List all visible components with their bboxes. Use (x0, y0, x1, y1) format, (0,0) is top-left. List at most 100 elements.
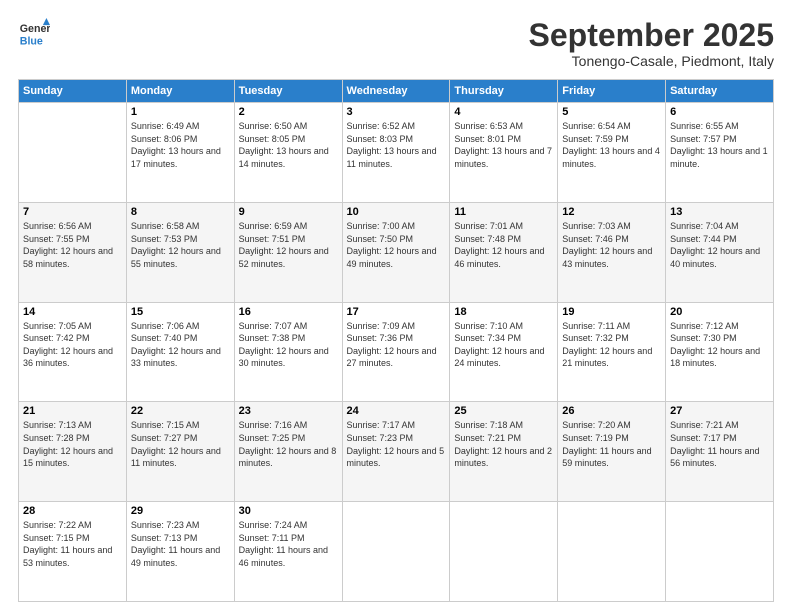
calendar-cell: 21 Sunrise: 7:13 AMSunset: 7:28 PMDayligh… (19, 402, 127, 502)
day-info: Sunrise: 6:54 AMSunset: 7:59 PMDaylight:… (562, 120, 661, 170)
calendar-cell: 30 Sunrise: 7:24 AMSunset: 7:11 PMDayligh… (234, 502, 342, 602)
calendar-week-5: 28 Sunrise: 7:22 AMSunset: 7:15 PMDayligh… (19, 502, 774, 602)
calendar-cell: 18 Sunrise: 7:10 AMSunset: 7:34 PMDayligh… (450, 302, 558, 402)
month-title: September 2025 (529, 18, 774, 53)
day-number: 8 (131, 206, 230, 218)
day-number: 22 (131, 405, 230, 417)
calendar-cell (558, 502, 666, 602)
calendar-cell: 28 Sunrise: 7:22 AMSunset: 7:15 PMDayligh… (19, 502, 127, 602)
calendar-cell: 26Sunrise: 7:20 AMSunset: 7:19 PMDayligh… (558, 402, 666, 502)
day-info: Sunrise: 6:59 AMSunset: 7:51 PMDaylight:… (239, 220, 338, 270)
calendar-cell: 23 Sunrise: 7:16 AMSunset: 7:25 PMDayligh… (234, 402, 342, 502)
column-header-tuesday: Tuesday (234, 80, 342, 103)
day-number: 11 (454, 206, 553, 218)
day-info: Sunrise: 7:21 AMSunset: 7:17 PMDaylight:… (670, 419, 769, 469)
calendar-cell: 25 Sunrise: 7:18 AMSunset: 7:21 PMDayligh… (450, 402, 558, 502)
day-number: 16 (239, 306, 338, 318)
day-number: 2 (239, 106, 338, 118)
logo: General Blue (18, 18, 50, 50)
day-number: 27 (670, 405, 769, 417)
day-number: 18 (454, 306, 553, 318)
day-number: 21 (23, 405, 122, 417)
day-number: 14 (23, 306, 122, 318)
day-info: Sunrise: 7:20 AMSunset: 7:19 PMDaylight:… (562, 419, 661, 469)
column-header-sunday: Sunday (19, 80, 127, 103)
calendar-cell (666, 502, 774, 602)
day-info: Sunrise: 7:17 AMSunset: 7:23 PMDaylight:… (347, 419, 446, 469)
day-info: Sunrise: 6:53 AMSunset: 8:01 PMDaylight:… (454, 120, 553, 170)
day-info: Sunrise: 6:49 AMSunset: 8:06 PMDaylight:… (131, 120, 230, 170)
day-info: Sunrise: 7:10 AMSunset: 7:34 PMDaylight:… (454, 320, 553, 370)
day-info: Sunrise: 7:22 AMSunset: 7:15 PMDaylight:… (23, 519, 122, 569)
day-info: Sunrise: 7:07 AMSunset: 7:38 PMDaylight:… (239, 320, 338, 370)
day-number: 24 (347, 405, 446, 417)
day-number: 25 (454, 405, 553, 417)
calendar-cell: 13 Sunrise: 7:04 AMSunset: 7:44 PMDayligh… (666, 202, 774, 302)
day-number: 7 (23, 206, 122, 218)
calendar-cell (19, 103, 127, 203)
calendar-cell: 4 Sunrise: 6:53 AMSunset: 8:01 PMDaylight… (450, 103, 558, 203)
day-info: Sunrise: 7:12 AMSunset: 7:30 PMDaylight:… (670, 320, 769, 370)
day-info: Sunrise: 7:24 AMSunset: 7:11 PMDaylight:… (239, 519, 338, 569)
calendar-cell: 3Sunrise: 6:52 AMSunset: 8:03 PMDaylight… (342, 103, 450, 203)
calendar-header: SundayMondayTuesdayWednesdayThursdayFrid… (19, 80, 774, 103)
day-number: 6 (670, 106, 769, 118)
day-number: 17 (347, 306, 446, 318)
day-number: 19 (562, 306, 661, 318)
day-info: Sunrise: 7:13 AMSunset: 7:28 PMDaylight:… (23, 419, 122, 469)
calendar-week-2: 7 Sunrise: 6:56 AMSunset: 7:55 PMDaylight… (19, 202, 774, 302)
calendar-cell: 7 Sunrise: 6:56 AMSunset: 7:55 PMDaylight… (19, 202, 127, 302)
calendar-cell: 10Sunrise: 7:00 AMSunset: 7:50 PMDayligh… (342, 202, 450, 302)
location: Tonengo-Casale, Piedmont, Italy (529, 53, 774, 69)
calendar-cell: 5 Sunrise: 6:54 AMSunset: 7:59 PMDaylight… (558, 103, 666, 203)
day-info: Sunrise: 7:01 AMSunset: 7:48 PMDaylight:… (454, 220, 553, 270)
day-number: 23 (239, 405, 338, 417)
day-info: Sunrise: 7:16 AMSunset: 7:25 PMDaylight:… (239, 419, 338, 469)
column-header-monday: Monday (126, 80, 234, 103)
day-number: 15 (131, 306, 230, 318)
calendar-cell: 29 Sunrise: 7:23 AMSunset: 7:13 PMDayligh… (126, 502, 234, 602)
calendar-cell: 9 Sunrise: 6:59 AMSunset: 7:51 PMDaylight… (234, 202, 342, 302)
day-number: 13 (670, 206, 769, 218)
calendar-cell (342, 502, 450, 602)
day-number: 5 (562, 106, 661, 118)
day-info: Sunrise: 7:11 AMSunset: 7:32 PMDaylight:… (562, 320, 661, 370)
day-number: 3 (347, 106, 446, 118)
day-info: Sunrise: 6:56 AMSunset: 7:55 PMDaylight:… (23, 220, 122, 270)
calendar-week-3: 14 Sunrise: 7:05 AMSunset: 7:42 PMDayligh… (19, 302, 774, 402)
day-info: Sunrise: 7:18 AMSunset: 7:21 PMDaylight:… (454, 419, 553, 469)
day-info: Sunrise: 7:23 AMSunset: 7:13 PMDaylight:… (131, 519, 230, 569)
calendar-cell: 6 Sunrise: 6:55 AMSunset: 7:57 PMDaylight… (666, 103, 774, 203)
calendar-cell: 11 Sunrise: 7:01 AMSunset: 7:48 PMDayligh… (450, 202, 558, 302)
day-number: 30 (239, 505, 338, 517)
calendar-cell: 12Sunrise: 7:03 AMSunset: 7:46 PMDayligh… (558, 202, 666, 302)
day-number: 29 (131, 505, 230, 517)
column-header-saturday: Saturday (666, 80, 774, 103)
day-number: 20 (670, 306, 769, 318)
calendar-cell: 8 Sunrise: 6:58 AMSunset: 7:53 PMDaylight… (126, 202, 234, 302)
calendar-week-4: 21 Sunrise: 7:13 AMSunset: 7:28 PMDayligh… (19, 402, 774, 502)
day-info: Sunrise: 7:09 AMSunset: 7:36 PMDaylight:… (347, 320, 446, 370)
calendar-cell: 19 Sunrise: 7:11 AMSunset: 7:32 PMDayligh… (558, 302, 666, 402)
day-info: Sunrise: 6:55 AMSunset: 7:57 PMDaylight:… (670, 120, 769, 170)
day-info: Sunrise: 7:03 AMSunset: 7:46 PMDaylight:… (562, 220, 661, 270)
day-number: 9 (239, 206, 338, 218)
calendar-body: 1 Sunrise: 6:49 AMSunset: 8:06 PMDaylight… (19, 103, 774, 602)
title-block: September 2025 Tonengo-Casale, Piedmont,… (529, 18, 774, 69)
day-number: 4 (454, 106, 553, 118)
day-info: Sunrise: 7:05 AMSunset: 7:42 PMDaylight:… (23, 320, 122, 370)
day-info: Sunrise: 7:06 AMSunset: 7:40 PMDaylight:… (131, 320, 230, 370)
calendar-cell: 15 Sunrise: 7:06 AMSunset: 7:40 PMDayligh… (126, 302, 234, 402)
calendar-cell: 24 Sunrise: 7:17 AMSunset: 7:23 PMDayligh… (342, 402, 450, 502)
day-info: Sunrise: 6:58 AMSunset: 7:53 PMDaylight:… (131, 220, 230, 270)
day-number: 28 (23, 505, 122, 517)
calendar-cell: 22Sunrise: 7:15 AMSunset: 7:27 PMDayligh… (126, 402, 234, 502)
day-info: Sunrise: 7:04 AMSunset: 7:44 PMDaylight:… (670, 220, 769, 270)
calendar-cell: 20 Sunrise: 7:12 AMSunset: 7:30 PMDayligh… (666, 302, 774, 402)
column-header-friday: Friday (558, 80, 666, 103)
calendar-cell: 1 Sunrise: 6:49 AMSunset: 8:06 PMDaylight… (126, 103, 234, 203)
day-number: 1 (131, 106, 230, 118)
day-number: 10 (347, 206, 446, 218)
column-header-thursday: Thursday (450, 80, 558, 103)
calendar-cell: 2Sunrise: 6:50 AMSunset: 8:05 PMDaylight… (234, 103, 342, 203)
